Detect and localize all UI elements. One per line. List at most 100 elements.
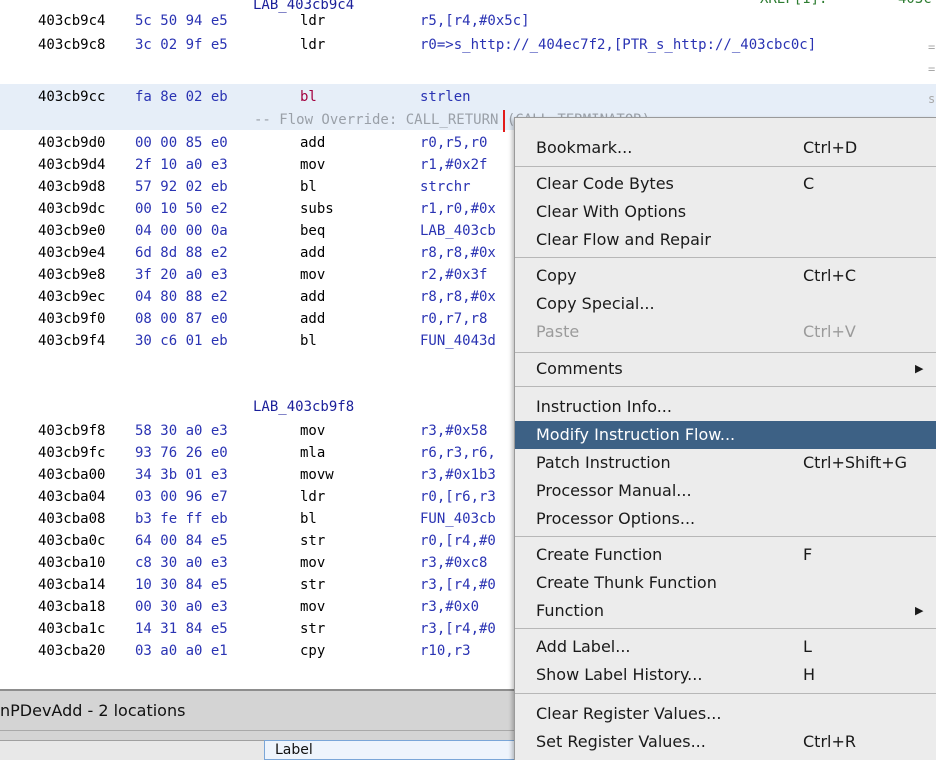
row-address: 403cb9e8 <box>38 267 106 283</box>
row-mnemonic: bl <box>300 511 317 527</box>
menu-item-set-register-values[interactable]: Set Register Values... Ctrl+R <box>515 728 936 756</box>
menu-item-label: Add Label... <box>536 637 631 656</box>
row-operands[interactable]: r6,r3,r6, <box>420 442 496 464</box>
row-operands[interactable]: r3,#0x0 <box>420 596 479 618</box>
menu-item-label: Set Register Values... <box>536 732 706 751</box>
row-address: 403cba08 <box>38 511 106 527</box>
submenu-arrow-icon: ▶ <box>915 362 924 375</box>
row-operands[interactable]: r0,[r4,#0 <box>420 530 496 552</box>
row-address: 403cba14 <box>38 577 106 593</box>
xref-address[interactable]: 403c <box>898 0 932 10</box>
row-operands[interactable]: r1,r0,#0x <box>420 198 496 220</box>
row-mnemonic: mov <box>300 267 326 283</box>
row-bytes: 14 31 84 e5 <box>135 621 228 637</box>
label-column-header[interactable]: Label <box>264 740 520 760</box>
menu-item-label: Processor Manual... <box>536 481 692 500</box>
row-bytes: 10 30 84 e5 <box>135 577 228 593</box>
listing-row-current[interactable]: 403cb9cc fa 8e 02 eb bl strlen s <box>0 84 936 110</box>
row-operands[interactable]: r5,[r4,#0x5c] <box>420 10 530 32</box>
row-operands[interactable]: r3,#0x1b3 <box>420 464 496 486</box>
row-operands[interactable]: r3,[r4,#0 <box>420 618 496 640</box>
menu-item-label: Modify Instruction Flow... <box>536 425 736 444</box>
row-operands[interactable]: r8,r8,#0x <box>420 286 496 308</box>
row-mnemonic: beq <box>300 223 326 239</box>
row-operands[interactable]: r1,#0x2f <box>420 154 487 176</box>
menu-item-function[interactable]: Function ▶ <box>515 597 936 625</box>
row-operands[interactable]: LAB_403cb <box>420 220 496 242</box>
row-address: 403cb9c8 <box>38 37 106 53</box>
menu-item-label: Clear Code Bytes <box>536 174 674 193</box>
row-mnemonic: str <box>300 621 326 637</box>
menu-item-instruction-info[interactable]: Instruction Info... <box>515 393 936 421</box>
row-operands[interactable]: r3,#0xc8 <box>420 552 487 574</box>
row-operands[interactable]: r0,[r6,r3 <box>420 486 496 508</box>
menu-item-shortcut: C <box>803 174 815 193</box>
row-operands[interactable]: r3,[r4,#0 <box>420 574 496 596</box>
row-address: 403cba10 <box>38 555 106 571</box>
menu-item-copy[interactable]: Copy Ctrl+C <box>515 262 936 290</box>
row-mnemonic: mla <box>300 445 326 461</box>
menu-separator <box>515 536 936 537</box>
menu-item-label: Instruction Info... <box>536 397 672 416</box>
menu-item-clear-code-bytes[interactable]: Clear Code Bytes C <box>515 170 936 198</box>
row-address: 403cba00 <box>38 467 106 483</box>
row-bytes: 93 76 26 e0 <box>135 445 228 461</box>
row-address: 403cb9ec <box>38 289 106 305</box>
menu-item-shortcut: L <box>803 637 812 656</box>
row-bytes: 08 00 87 e0 <box>135 311 228 327</box>
menu-item-label: Create Function <box>536 545 663 564</box>
row-bytes: 57 92 02 eb <box>135 179 228 195</box>
row-mnemonic: bl <box>300 179 317 195</box>
menu-item-label: Bookmark... <box>536 138 633 157</box>
row-operands[interactable]: FUN_4043d <box>420 330 496 352</box>
row-mnemonic: str <box>300 533 326 549</box>
row-operands[interactable]: r0,r5,r0 <box>420 132 487 154</box>
row-operands[interactable]: r8,r8,#0x <box>420 242 496 264</box>
row-address: 403cb9cc <box>38 89 106 105</box>
bottom-panel-tab[interactable] <box>0 740 264 760</box>
row-operands[interactable]: FUN_403cb <box>420 508 496 530</box>
menu-item-label: Processor Options... <box>536 509 696 528</box>
row-operands[interactable]: r0=>s_http://_404ec7f2,[PTR_s_http://_40… <box>420 34 816 56</box>
row-bytes: 00 30 a0 e3 <box>135 599 228 615</box>
menu-item-create-function[interactable]: Create Function F <box>515 541 936 569</box>
menu-item-shortcut: Ctrl+C <box>803 266 857 285</box>
row-bytes: 64 00 84 e5 <box>135 533 228 549</box>
eq-mark: = <box>928 62 936 76</box>
menu-item-copy-special[interactable]: Copy Special... <box>515 290 936 318</box>
row-bytes: 58 30 a0 e3 <box>135 423 228 439</box>
menu-item-processor-manual[interactable]: Processor Manual... <box>515 477 936 505</box>
menu-item-create-thunk-function[interactable]: Create Thunk Function <box>515 569 936 597</box>
menu-item-shortcut: Ctrl+R <box>803 732 856 751</box>
row-bytes: 03 a0 a0 e1 <box>135 643 228 659</box>
code-label[interactable]: LAB_403cb9f8 <box>253 396 354 418</box>
eq-mark: s <box>928 92 936 106</box>
row-operands[interactable]: r10,r3 <box>420 640 471 662</box>
menu-item-processor-options[interactable]: Processor Options... <box>515 505 936 533</box>
xref-label[interactable]: XREF[1]: <box>760 0 827 10</box>
menu-item-clear-flow-and-repair[interactable]: Clear Flow and Repair <box>515 226 936 254</box>
row-bytes: b3 fe ff eb <box>135 511 228 527</box>
menu-item-shortcut: Ctrl+V <box>803 322 856 341</box>
menu-item-add-label[interactable]: Add Label... L <box>515 633 936 661</box>
menu-item-clear-register-values[interactable]: Clear Register Values... <box>515 700 936 728</box>
listing-row[interactable]: 403cb9c4 5c 50 94 e5 ldr r5,[r4,#0x5c] <box>0 10 936 32</box>
row-operands[interactable]: strlen <box>420 84 471 110</box>
row-operands[interactable]: r3,#0x58 <box>420 420 487 442</box>
row-mnemonic: ldr <box>300 489 326 505</box>
listing-row[interactable]: 403cb9c8 3c 02 9f e5 ldr r0=>s_http://_4… <box>0 34 936 56</box>
menu-item-bookmark[interactable]: Bookmark... Ctrl+D <box>515 134 936 162</box>
menu-item-clear-with-options[interactable]: Clear With Options <box>515 198 936 226</box>
row-operands[interactable]: r2,#0x3f <box>420 264 487 286</box>
row-mnemonic: cpy <box>300 643 326 659</box>
row-operands[interactable]: r0,r7,r8 <box>420 308 487 330</box>
menu-item-label: Comments <box>536 359 623 378</box>
row-address: 403cb9fc <box>38 445 106 461</box>
menu-item-patch-instruction[interactable]: Patch Instruction Ctrl+Shift+G <box>515 449 936 477</box>
row-operands[interactable]: strchr <box>420 176 471 198</box>
menu-item-modify-instruction-flow[interactable]: Modify Instruction Flow... <box>515 421 936 449</box>
row-bytes: 5c 50 94 e5 <box>135 13 228 29</box>
menu-item-comments[interactable]: Comments ▶ <box>515 355 936 383</box>
menu-item-show-label-history[interactable]: Show Label History... H <box>515 661 936 689</box>
submenu-arrow-icon: ▶ <box>915 604 924 617</box>
